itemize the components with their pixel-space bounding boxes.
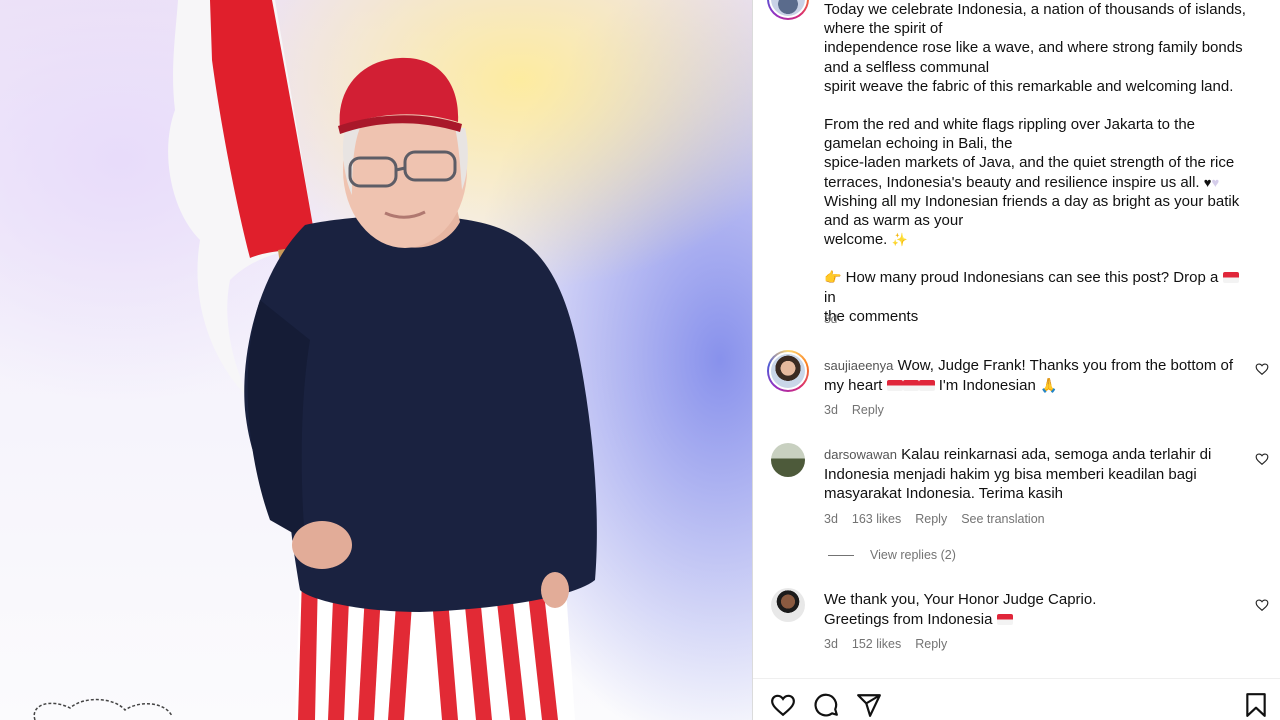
post-action-bar [753, 678, 1280, 720]
caption-paragraph-1: Today we celebrate Indonesia, a nation o… [824, 1, 1246, 95]
caption-paragraph-2: From the red and white flags rippling ov… [824, 116, 1235, 191]
comment-meta: 3d 152 likes Reply [824, 637, 947, 651]
comment-username[interactable]: saujiaeenya [824, 358, 893, 373]
comment-meta: 3d Reply [824, 403, 884, 417]
reply-button[interactable]: Reply [915, 637, 947, 651]
indonesia-flag-icon [886, 379, 903, 391]
comment-text: saujiaeenya Wow, Judge Frank! Thanks you… [824, 357, 1234, 394]
comment-like-heart-icon[interactable] [1255, 598, 1269, 612]
author-avatar[interactable] [767, 0, 809, 20]
reply-button[interactable]: Reply [852, 403, 884, 417]
caption-paragraph-4: 👉 How many proud Indonesians can see thi… [824, 268, 1254, 326]
white-heart-icon: ♥ [1211, 174, 1220, 190]
caption-paragraph-3: Wishing all my Indonesian friends a day … [824, 192, 1240, 249]
indonesia-flag-icon [918, 379, 935, 391]
post-sidebar: Today we celebrate Indonesia, a nation o… [752, 0, 1280, 720]
reply-button[interactable]: Reply [915, 512, 947, 526]
send-icon[interactable] [856, 692, 882, 718]
comment-icon[interactable] [813, 692, 839, 718]
photo-illustration [33, 0, 597, 720]
view-replies-button[interactable]: View replies (2) [828, 548, 956, 562]
caption-timestamp: 3d [824, 312, 838, 326]
replies-divider-line [828, 554, 854, 556]
comment-likes-count[interactable]: 152 likes [852, 637, 901, 651]
indonesia-flag-icon [1222, 272, 1239, 284]
comment-text: darsowawan Kalau reinkarnasi ada, semoga… [824, 446, 1212, 502]
heart-icon[interactable] [770, 692, 796, 718]
comment-like-heart-icon[interactable] [1255, 452, 1269, 466]
indonesia-flag-icon [996, 613, 1013, 625]
comment-text: We thank you, Your Honor Judge Caprio. G… [824, 591, 1097, 628]
sparkles-icon: ✨ [891, 232, 908, 248]
commenter-avatar[interactable] [771, 443, 805, 477]
comment-username[interactable]: darsowawan [824, 447, 897, 462]
see-translation-button[interactable]: See translation [961, 512, 1044, 526]
sticker-outline [33, 698, 173, 720]
commenter-avatar[interactable] [767, 350, 809, 392]
praying-hands-icon: 🙏 [1039, 376, 1058, 393]
post-caption: Today we celebrate Indonesia, a nation o… [824, 0, 1254, 326]
comment-like-heart-icon[interactable] [1255, 362, 1269, 376]
bookmark-icon[interactable] [1243, 692, 1269, 718]
comment-time: 3d [824, 637, 838, 651]
view-replies-label: View replies (2) [870, 548, 956, 562]
indonesia-flag-icon [902, 379, 919, 391]
comment-time: 3d [824, 403, 838, 417]
hand [292, 521, 352, 569]
comment-likes-count[interactable]: 163 likes [852, 512, 901, 526]
comment-meta: 3d 163 likes Reply See translation [824, 512, 1045, 526]
post-photo[interactable] [0, 0, 752, 720]
comment-time: 3d [824, 512, 838, 526]
pointing-hand-icon: 👉 [824, 269, 842, 286]
commenter-avatar[interactable] [771, 588, 805, 622]
